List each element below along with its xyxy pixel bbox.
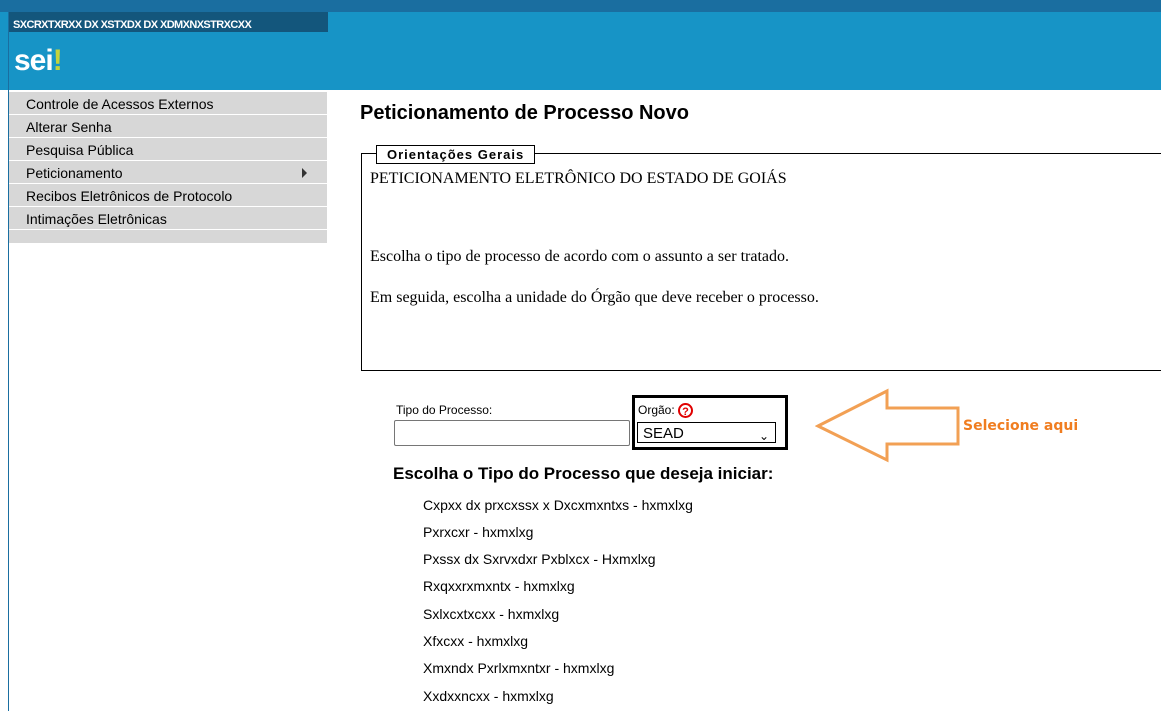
sidebar-item-peticionamento[interactable]: Peticionamento — [9, 161, 327, 184]
process-type-link[interactable]: Xxdxxncxx - hxmxlxg — [423, 688, 554, 704]
orientacoes-legend: Orientações Gerais — [376, 145, 536, 164]
org-title: SXCRXTXRXX DX XSTXDX DX XDMXNXSTRXCXX — [13, 19, 252, 31]
process-type-link[interactable]: Rxqxxrxmxntx - hxmxlxg — [423, 578, 575, 594]
sidebar-item-pesquisa-publica[interactable]: Pesquisa Pública — [9, 138, 327, 161]
sidebar-item-label: Alterar Senha — [26, 119, 112, 135]
choose-process-heading: Escolha o Tipo do Processo que deseja in… — [393, 464, 774, 483]
sidebar-item-label: Peticionamento — [26, 165, 123, 181]
sidebar-menu: Controle de Acessos Externos Alterar Sen… — [9, 92, 327, 243]
tipo-processo-label: Tipo do Processo: — [396, 403, 493, 417]
selecione-aqui-callout: Selecione aqui — [963, 418, 1079, 434]
sidebar-item-label: Controle de Acessos Externos — [26, 96, 214, 112]
orientacoes-line: PETICIONAMENTO ELETRÔNICO DO ESTADO DE G… — [370, 170, 787, 187]
orientacoes-line: Escolha o tipo de processo de acordo com… — [370, 248, 789, 265]
sidebar-item-alterar-senha[interactable]: Alterar Senha — [9, 115, 327, 138]
logo-mark: ! — [52, 44, 63, 77]
header-top-edge — [0, 0, 1161, 12]
sidebar-item-label: Intimações Eletrônicas — [26, 211, 167, 227]
sidebar-item-label: Recibos Eletrônicos de Protocolo — [26, 188, 233, 204]
process-type-link[interactable]: Xmxndx Pxrlxmxntxr - hxmxlxg — [423, 660, 614, 676]
process-type-link[interactable]: Pxssx dx Sxrvxdxr Pxblxcx - Hxmxlxg — [423, 551, 656, 567]
orientacoes-line: Em seguida, escolha a unidade do Órgão q… — [370, 289, 819, 306]
help-icon[interactable]: ? — [678, 403, 694, 419]
process-type-link[interactable]: Cxpxx dx prxcxssx x Dxcxmxntxs - hxmxlxg — [423, 497, 693, 513]
sei-logo[interactable]: sei! — [14, 44, 63, 78]
chevron-down-icon: ⌄ — [758, 429, 769, 443]
orgao-selected-value: SEAD — [643, 425, 684, 442]
left-arrow-annotation-icon — [815, 388, 960, 463]
orgao-select[interactable]: SEAD ⌄ — [637, 422, 776, 443]
sidebar-item-label: Pesquisa Pública — [26, 142, 134, 158]
submenu-arrow-icon — [302, 168, 307, 178]
sidebar-item-intimacoes[interactable]: Intimações Eletrônicas — [9, 207, 327, 230]
orgao-label: Orgão: — [638, 403, 675, 417]
sidebar-item-controle-acessos[interactable]: Controle de Acessos Externos — [9, 92, 327, 115]
tipo-processo-input[interactable] — [394, 420, 630, 446]
logo-text: sei — [14, 44, 54, 77]
process-type-link[interactable]: Pxrxcxr - hxmxlxg — [423, 524, 533, 540]
page-title: Peticionamento de Processo Novo — [360, 102, 689, 124]
process-type-link[interactable]: Sxlxcxtxcxx - hxmxlxg — [423, 606, 559, 622]
orgao-label-group: Orgão: ? — [638, 403, 694, 419]
sidebar-item-recibos[interactable]: Recibos Eletrônicos de Protocolo — [9, 184, 327, 207]
process-type-link[interactable]: Xfxcxx - hxmxlxg — [423, 633, 528, 649]
